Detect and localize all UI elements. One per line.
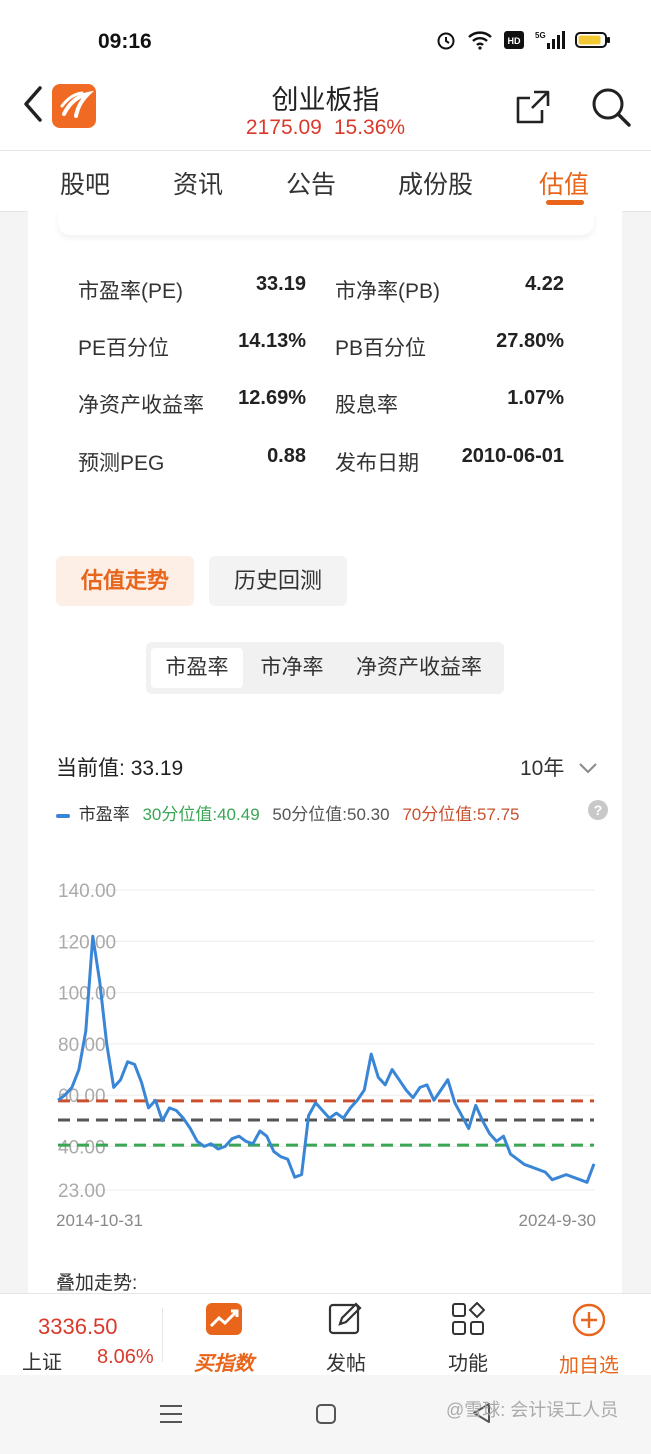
metric-value-dividend: 1.07% (507, 387, 564, 409)
battery-icon (575, 32, 610, 48)
metric-value-release-date: 2010-06-01 (461, 445, 564, 467)
metric-label-peg: 预测PEG (78, 452, 165, 475)
add-watchlist-button[interactable]: 加自选 (534, 1302, 644, 1378)
tab-bar: 股吧 资讯 公告 成份股 估值 (0, 150, 651, 212)
status-bar: 09:16 HD 5G (0, 0, 651, 70)
segment-roe[interactable]: 净资产收益率 (344, 648, 494, 688)
metric-segmented-control: 市盈率 市净率 净资产收益率 (146, 642, 504, 694)
metric-value-pb: 4.22 (525, 273, 564, 295)
tab-constituents[interactable]: 成份股 (398, 165, 473, 201)
alarm-icon (437, 32, 455, 50)
metric-label-pe-percentile: PE百分位 (78, 337, 170, 360)
tab-announcements[interactable]: 公告 (286, 165, 336, 201)
tab-guba[interactable]: 股吧 (60, 165, 110, 201)
post-label: 发帖 (326, 1353, 366, 1375)
help-icon[interactable]: ? (588, 800, 608, 820)
y-tick-label: 23.00 (58, 1181, 106, 1202)
svg-text:HD: HD (508, 36, 521, 46)
index-change: 15.36% (333, 116, 406, 139)
system-nav-bar: @雪球: 会计误工人员 (0, 1375, 651, 1454)
legend-p50: 50分位值:50.30 (272, 805, 390, 824)
tab-active-indicator (546, 200, 584, 205)
status-time: 09:16 (98, 30, 152, 53)
functions-label: 功能 (448, 1353, 488, 1375)
tab-news[interactable]: 资讯 (173, 165, 223, 201)
current-value-label: 当前值: (56, 757, 125, 780)
functions-button[interactable]: 功能 (413, 1301, 523, 1376)
metric-value-pe: 33.19 (255, 273, 306, 295)
tab-valuation[interactable]: 估值 (539, 165, 589, 201)
metric-label-roe: 净资产收益率 (78, 394, 204, 417)
pe-chart: 140.00120.00100.0080.0060.0040.0023.0020… (56, 881, 596, 1230)
shanghai-index-name: 上证 (22, 1352, 62, 1374)
bottom-nav: 3336.50 上证 8.06% 买指数 发帖 功能 加自选 (0, 1293, 651, 1378)
y-tick-label: 40.00 (58, 1137, 106, 1158)
valuation-trend-button[interactable]: 估值走势 (56, 556, 194, 606)
chart-legend: 市盈率 30分位值:40.49 50分位值:50.30 70分位值:57.75 (56, 800, 520, 825)
y-tick-label: 120.00 (58, 932, 116, 953)
legend-p70: 70分位值:57.75 (402, 805, 520, 824)
legend-line-icon (56, 813, 70, 818)
wifi-icon (468, 31, 492, 50)
price-line: 2175.09 15.36% (0, 116, 651, 140)
page-title: 创业板指 (271, 85, 380, 115)
edit-icon (328, 1302, 362, 1335)
metric-label-release-date: 发布日期 (335, 452, 419, 475)
signal-icon: 5G (535, 31, 565, 49)
y-tick-label: 140.00 (58, 881, 116, 902)
metric-label-pb: 市净率(PB) (335, 280, 440, 303)
buy-index-label: 买指数 (194, 1353, 254, 1375)
metric-value-pe-percentile: 14.13% (238, 330, 306, 352)
watermark: @雪球: 会计误工人员 (446, 1400, 619, 1420)
metric-label-pe: 市盈率(PE) (78, 280, 183, 303)
shanghai-index[interactable]: 3336.50 上证 8.06% (0, 1294, 162, 1376)
history-backtest-button[interactable]: 历史回测 (209, 556, 347, 606)
segment-pb[interactable]: 市净率 (246, 648, 338, 688)
index-price: 2175.09 (245, 116, 322, 139)
shanghai-index-change: 8.06% (97, 1346, 154, 1368)
metric-value-roe: 12.69% (238, 387, 306, 409)
legend-p30: 30分位值:40.49 (142, 805, 260, 824)
overlay-trend-label: 叠加走势: (56, 1273, 138, 1294)
previous-card-edge (58, 211, 594, 235)
x-label-start: 2014-10-31 (56, 1211, 143, 1230)
metric-label-dividend: 股息率 (335, 394, 398, 417)
x-label-end: 2024-9-30 (518, 1211, 596, 1230)
menu-icon[interactable] (158, 1403, 184, 1425)
add-watchlist-label: 加自选 (559, 1355, 619, 1377)
chevron-down-icon (579, 763, 597, 774)
share-icon[interactable] (514, 88, 552, 126)
hd-icon: HD (504, 31, 524, 49)
metric-label-pb-percentile: PB百分位 (335, 337, 427, 360)
grid-icon (452, 1301, 486, 1335)
buy-index-button[interactable]: 买指数 (169, 1302, 279, 1376)
metric-value-pb-percentile: 27.80% (496, 330, 564, 352)
svg-text:5G: 5G (535, 31, 546, 40)
home-square-icon[interactable] (315, 1403, 337, 1425)
trend-chart-icon (206, 1303, 242, 1335)
status-icons: HD 5G (435, 29, 611, 51)
current-value: 当前值: 33.19 (56, 752, 183, 782)
divider (162, 1308, 163, 1362)
legend-series: 市盈率 (78, 805, 130, 824)
segment-pe[interactable]: 市盈率 (151, 648, 243, 688)
plus-circle-icon (572, 1303, 606, 1337)
period-selector[interactable]: 10年 (520, 752, 598, 782)
current-value-number: 33.19 (130, 757, 184, 780)
post-button[interactable]: 发帖 (291, 1302, 401, 1376)
period-label: 10年 (520, 757, 565, 780)
metric-value-peg: 0.88 (267, 445, 306, 467)
header: 创业板指 2175.09 15.36% (0, 70, 651, 150)
shanghai-index-value: 3336.50 (38, 1314, 118, 1339)
search-icon[interactable] (590, 86, 632, 128)
